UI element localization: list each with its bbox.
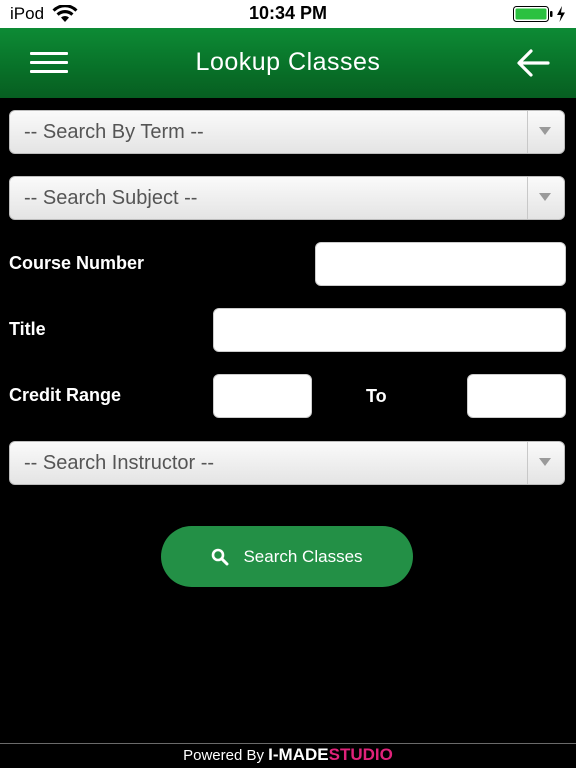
status-right — [513, 6, 566, 22]
term-select-value: -- Search By Term -- — [24, 121, 204, 143]
status-bar: iPod 10:34 PM — [0, 0, 576, 28]
footer-brand-part1: I-MADE — [268, 745, 329, 764]
credit-to-label: To — [366, 386, 387, 406]
chevron-down-icon — [539, 193, 551, 201]
subject-select-value: -- Search Subject -- — [24, 187, 198, 209]
credit-max-input[interactable] — [467, 374, 566, 418]
battery-icon — [513, 6, 553, 22]
title-label: Title — [9, 319, 46, 339]
chevron-down-icon — [539, 127, 551, 135]
course-number-label: Course Number — [9, 253, 145, 273]
bolt-icon — [557, 6, 565, 22]
term-select-arrow[interactable] — [527, 111, 564, 153]
page-title: Lookup Classes — [195, 48, 381, 76]
search-classes-button[interactable]: Search Classes — [161, 526, 413, 587]
course-number-input[interactable] — [315, 242, 566, 286]
search-icon — [212, 548, 229, 565]
footer-prefix: Powered By — [183, 747, 264, 764]
title-input[interactable] — [213, 308, 566, 352]
instructor-select-arrow[interactable] — [527, 442, 564, 484]
credit-range-label: Credit Range — [9, 385, 122, 405]
search-classes-label: Search Classes — [243, 546, 363, 566]
term-select[interactable]: -- Search By Term -- — [9, 110, 565, 154]
subject-select-arrow[interactable] — [527, 177, 564, 219]
app-header: Lookup Classes — [0, 28, 576, 98]
footer: Powered By I-MADESTUDIO — [0, 744, 576, 768]
chevron-down-icon — [539, 458, 551, 466]
footer-brand-part2: STUDIO — [328, 745, 393, 764]
instructor-select-value: -- Search Instructor -- — [24, 452, 215, 474]
arrow-left-icon[interactable] — [516, 48, 550, 78]
status-time: 10:34 PM — [248, 3, 328, 23]
instructor-select[interactable]: -- Search Instructor -- — [9, 441, 565, 485]
credit-min-input[interactable] — [213, 374, 312, 418]
subject-select[interactable]: -- Search Subject -- — [9, 176, 565, 220]
